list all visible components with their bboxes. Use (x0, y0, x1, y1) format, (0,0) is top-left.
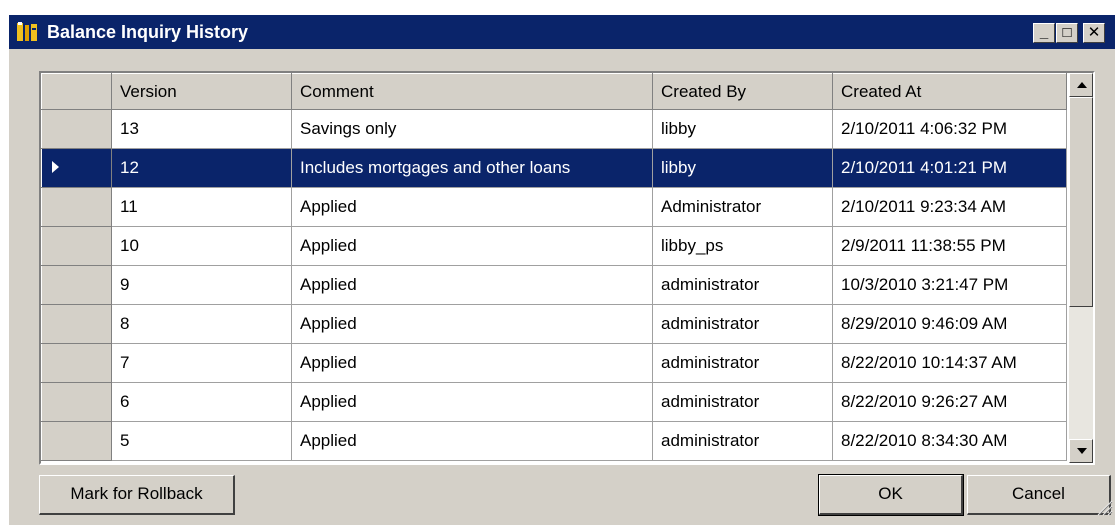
cell-created-at[interactable]: 8/22/2010 9:26:27 AM (832, 382, 1067, 422)
maximize-button[interactable]: □ (1056, 23, 1078, 43)
column-header-comment[interactable]: Comment (291, 73, 653, 110)
cell-comment[interactable]: Savings only (291, 109, 653, 149)
table-row[interactable]: 5 Applied administrator 8/22/2010 8:34:30 A… (41, 421, 1067, 461)
row-header[interactable] (41, 226, 112, 266)
scroll-down-button[interactable] (1069, 439, 1093, 463)
cell-created-at[interactable]: 8/29/2010 9:46:09 AM (832, 304, 1067, 344)
cell-version[interactable]: 5 (111, 421, 292, 461)
cell-created-by[interactable]: administrator (652, 265, 833, 305)
table-row[interactable]: 12 Includes mortgages and other loans libb… (41, 148, 1067, 188)
current-row-arrow-icon (52, 161, 59, 173)
cell-created-by[interactable]: libby (652, 148, 833, 188)
row-header[interactable] (41, 421, 112, 461)
row-header[interactable] (41, 304, 112, 344)
cell-comment[interactable]: Applied (291, 226, 653, 266)
corner-header[interactable] (41, 73, 112, 110)
header-row: Version Comment Created By Created At (41, 73, 1067, 110)
cell-comment[interactable]: Applied (291, 421, 653, 461)
cell-comment[interactable]: Applied (291, 265, 653, 305)
table-row[interactable]: 13 Savings only libby 2/10/2011 4:06:32 PM (41, 109, 1067, 149)
cell-created-at[interactable]: 2/10/2011 4:06:32 PM (832, 109, 1067, 149)
arrow-down-icon (1077, 448, 1087, 454)
window-title: Balance Inquiry History (47, 22, 249, 42)
minimize-icon: _ (1039, 24, 1049, 41)
cell-created-by[interactable]: administrator (652, 304, 833, 344)
column-header-version[interactable]: Version (111, 73, 292, 110)
vertical-scrollbar[interactable] (1069, 73, 1093, 463)
cell-comment[interactable]: Applied (291, 343, 653, 383)
history-grid: Version Comment Created By Created At 13… (39, 71, 1095, 465)
cell-created-by[interactable]: libby (652, 109, 833, 149)
cell-created-at[interactable]: 2/9/2011 11:38:55 PM (832, 226, 1067, 266)
cell-comment[interactable]: Applied (291, 187, 653, 227)
close-icon: ✕ (1087, 24, 1101, 41)
minimize-button[interactable]: _ (1033, 23, 1055, 43)
row-header[interactable] (41, 382, 112, 422)
cell-version[interactable]: 8 (111, 304, 292, 344)
ok-button[interactable]: OK (818, 474, 964, 516)
history-table: Version Comment Created By Created At 13… (41, 73, 1067, 461)
table-row[interactable]: 9 Applied administrator 10/3/2010 3:21:47 P… (41, 265, 1067, 305)
cell-created-by[interactable]: libby_ps (652, 226, 833, 266)
cell-created-by[interactable]: administrator (652, 382, 833, 422)
cell-created-by[interactable]: administrator (652, 421, 833, 461)
close-button[interactable]: ✕ (1083, 23, 1105, 43)
cell-created-at[interactable]: 2/10/2011 4:01:21 PM (832, 148, 1067, 188)
table-row[interactable]: 11 Applied Administrator 2/10/2011 9:23:34 … (41, 187, 1067, 227)
row-header[interactable] (41, 109, 112, 149)
table-row[interactable]: 7 Applied administrator 8/22/2010 10:14:37 … (41, 343, 1067, 383)
app-tools-icon (17, 22, 37, 41)
grid-viewport: Version Comment Created By Created At 13… (41, 73, 1069, 463)
title-bar[interactable]: Balance Inquiry History _ □ ✕ (9, 15, 1115, 49)
resize-grip-icon[interactable] (1095, 498, 1113, 516)
cell-version[interactable]: 10 (111, 226, 292, 266)
mark-for-rollback-button[interactable]: Mark for Rollback (39, 475, 235, 515)
table-row[interactable]: 10 Applied libby_ps 2/9/2011 11:38:55 PM (41, 226, 1067, 266)
cell-comment[interactable]: Applied (291, 304, 653, 344)
table-row[interactable]: 6 Applied administrator 8/22/2010 9:26:27 A… (41, 382, 1067, 422)
table-row[interactable]: 8 Applied administrator 8/29/2010 9:46:09 A… (41, 304, 1067, 344)
cancel-button[interactable]: Cancel (967, 475, 1111, 515)
row-header[interactable] (41, 148, 112, 188)
column-header-created-by[interactable]: Created By (652, 73, 833, 110)
cell-version[interactable]: 13 (111, 109, 292, 149)
maximize-icon: □ (1062, 24, 1072, 41)
cell-comment[interactable]: Includes mortgages and other loans (291, 148, 653, 188)
column-header-created-at[interactable]: Created At (832, 73, 1067, 110)
cell-version[interactable]: 6 (111, 382, 292, 422)
scroll-up-button[interactable] (1069, 73, 1093, 97)
cell-created-by[interactable]: Administrator (652, 187, 833, 227)
cell-version[interactable]: 9 (111, 265, 292, 305)
cell-created-at[interactable]: 10/3/2010 3:21:47 PM (832, 265, 1067, 305)
arrow-up-icon (1077, 82, 1087, 88)
row-header[interactable] (41, 187, 112, 227)
cell-created-at[interactable]: 8/22/2010 8:34:30 AM (832, 421, 1067, 461)
cell-version[interactable]: 12 (111, 148, 292, 188)
cell-version[interactable]: 11 (111, 187, 292, 227)
cell-created-at[interactable]: 2/10/2011 9:23:34 AM (832, 187, 1067, 227)
cell-created-at[interactable]: 8/22/2010 10:14:37 AM (832, 343, 1067, 383)
row-header[interactable] (41, 343, 112, 383)
balance-inquiry-history-dialog: Balance Inquiry History _ □ ✕ Version Co… (8, 14, 1115, 525)
cell-comment[interactable]: Applied (291, 382, 653, 422)
cell-version[interactable]: 7 (111, 343, 292, 383)
row-header[interactable] (41, 265, 112, 305)
cell-created-by[interactable]: administrator (652, 343, 833, 383)
scroll-thumb[interactable] (1069, 97, 1093, 307)
